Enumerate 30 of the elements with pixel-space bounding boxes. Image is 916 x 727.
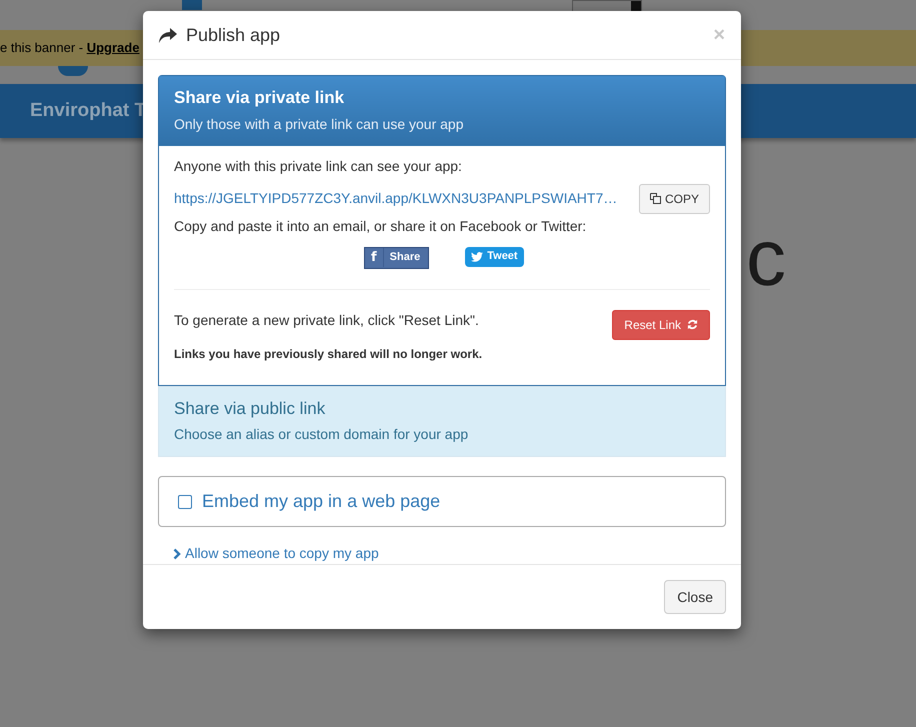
- panel-subtitle: Choose an alias or custom domain for your app: [174, 425, 470, 444]
- close-button[interactable]: Close: [664, 580, 726, 614]
- dialog-title: Publish app: [186, 24, 280, 47]
- panel-subtitle: Only those with a private link can use your app: [174, 114, 464, 134]
- panel-title: Share via private link: [174, 87, 346, 109]
- reset-instructions: To generate a new private link, click "Reset Link".: [174, 310, 480, 330]
- tweet-button[interactable]: Tweet: [465, 246, 524, 266]
- warning-text: Links you have previously shared will no longer work.: [174, 346, 482, 362]
- embed-label: Embed my app in a web page: [202, 490, 440, 513]
- private-panel-heading[interactable]: Share via private link Only those with a private link can use your app: [159, 76, 725, 146]
- copy-button[interactable]: COPY: [638, 184, 710, 214]
- share-instructions: Copy and paste it into an email, or share it on Facebook or Twitter:: [174, 216, 588, 236]
- panel-title: Share via public link: [174, 398, 326, 420]
- big-heading: c: [746, 218, 786, 298]
- intro-text: Anyone with this private link can see your app:: [174, 156, 463, 176]
- share-arrow-icon: [159, 28, 177, 42]
- refresh-icon: [687, 319, 698, 330]
- chevron-right-icon: [173, 548, 181, 560]
- public-panel-heading[interactable]: Share via public link Choose an alias or custom domain for your app: [158, 386, 726, 457]
- logo-icon: [182, 0, 202, 10]
- copy-icon: [650, 193, 661, 204]
- copy-app-link[interactable]: Allow someone to copy my app: [173, 543, 726, 564]
- bird-icon: [471, 252, 484, 262]
- embed-checkbox[interactable]: [178, 494, 192, 508]
- reset-link-button[interactable]: Reset Link: [612, 310, 710, 340]
- avatar-icon: [58, 66, 88, 76]
- upgrade-link[interactable]: Upgrade: [86, 38, 140, 58]
- banner-text: e this banner -: [0, 39, 84, 58]
- facebook-share-button[interactable]: f Share: [364, 246, 430, 268]
- private-url-link[interactable]: https://JGELTYIPD577ZC3Y.anvil.app/KLWXN3U3PANPLPSWIAHT7…: [174, 188, 618, 209]
